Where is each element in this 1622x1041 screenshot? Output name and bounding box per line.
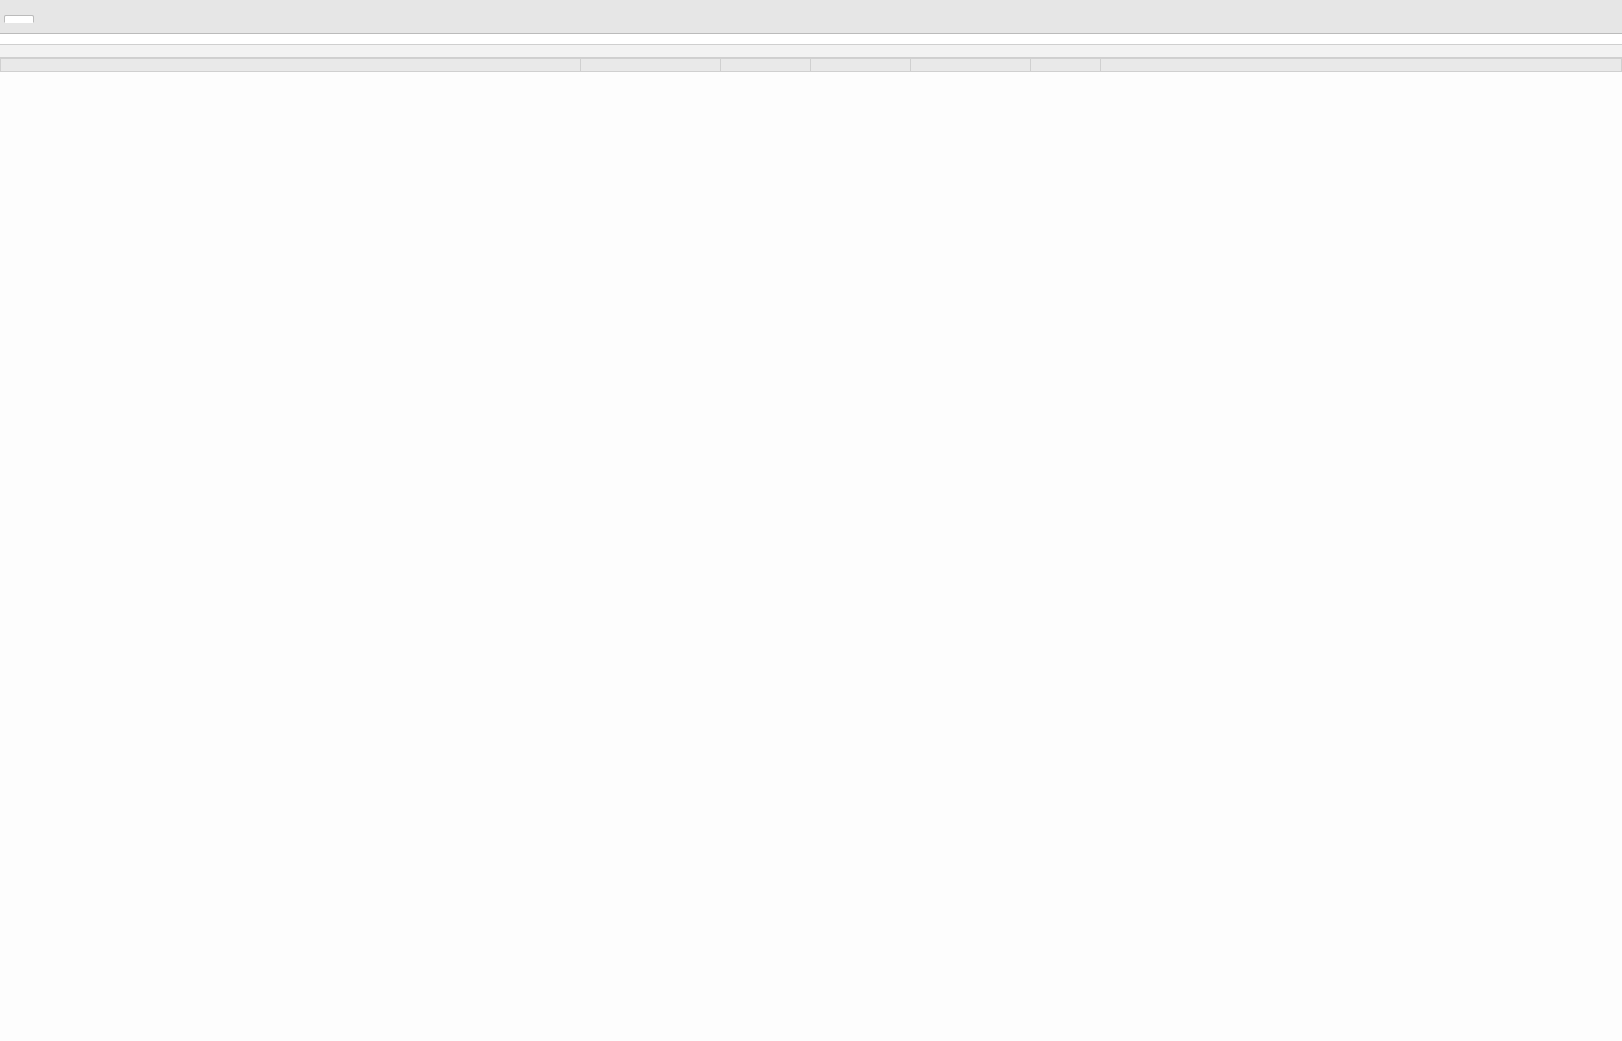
col-start[interactable] <box>721 59 811 72</box>
table-header-row <box>1 59 1622 72</box>
col-name[interactable] <box>1 59 581 72</box>
col-value[interactable] <box>581 59 721 72</box>
template-results-title <box>0 44 1622 58</box>
template-results-table[interactable] <box>0 58 1622 72</box>
col-size[interactable] <box>811 59 911 72</box>
file-tab[interactable] <box>4 15 34 23</box>
col-color[interactable] <box>1031 59 1101 72</box>
hex-editor[interactable] <box>0 34 1622 44</box>
col-comment[interactable] <box>1101 59 1622 72</box>
tab-bar <box>0 0 1622 34</box>
col-type[interactable] <box>911 59 1031 72</box>
